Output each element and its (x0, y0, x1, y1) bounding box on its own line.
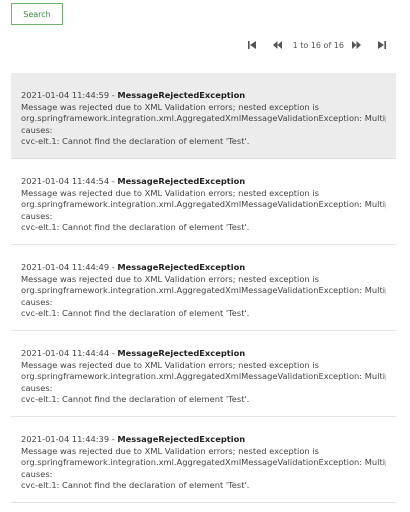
message-text-line: cvc-elt.1: Cannot find the declaration o… (21, 308, 250, 319)
message-text-line: org.springframework.integration.xml.Aggr… (21, 285, 386, 296)
message-timestamp: 2021-01-04 11:44:39 (21, 434, 110, 444)
message-text-line: Message was rejected due to XML Validati… (21, 359, 319, 370)
message-item[interactable]: 2021-01-04 11:44:54 - MessageRejectedExc… (11, 159, 396, 245)
message-text-line: org.springframework.integration.xml.Aggr… (21, 457, 386, 468)
message-text-line: cvc-elt.1: Cannot find the declaration o… (21, 222, 250, 233)
message-list: 2021-01-04 11:44:59 - MessageRejectedExc… (11, 73, 396, 503)
message-text-line: org.springframework.integration.xml.Aggr… (21, 113, 386, 124)
message-text-line: causes: (21, 210, 53, 221)
message-text-line: Message was rejected due to XML Validati… (21, 273, 319, 284)
message-text-line: cvc-elt.1: Cannot find the declaration o… (21, 136, 250, 147)
last-page-icon[interactable] (378, 41, 386, 49)
message-type: MessageRejectedException (117, 348, 246, 358)
search-button[interactable]: Search (11, 3, 63, 25)
pagination: 1 to 16 of 16 (247, 38, 386, 52)
message-text-line: Message was rejected due to XML Validati… (21, 445, 319, 456)
message-text-line: org.springframework.integration.xml.Aggr… (21, 371, 386, 382)
message-type: MessageRejectedException (117, 176, 246, 186)
message-text-line: cvc-elt.1: Cannot find the declaration o… (21, 480, 250, 491)
message-timestamp: 2021-01-04 11:44:59 (21, 90, 110, 100)
message-text-line: causes: (21, 124, 53, 135)
page-info: 1 to 16 of 16 (292, 40, 344, 50)
next-page-icon[interactable] (352, 41, 361, 49)
message-text-line: org.springframework.integration.xml.Aggr… (21, 199, 386, 210)
message-item[interactable]: 2021-01-04 11:44:39 - MessageRejectedExc… (11, 417, 396, 503)
first-page-icon[interactable] (247, 41, 256, 49)
message-text-line: Message was rejected due to XML Validati… (21, 187, 319, 198)
message-type: MessageRejectedException (117, 434, 246, 444)
message-text-line: Message was rejected due to XML Validati… (21, 101, 319, 112)
previous-page-icon[interactable] (272, 41, 282, 49)
message-text-line: causes: (21, 296, 53, 307)
message-timestamp: 2021-01-04 11:44:49 (21, 262, 110, 272)
message-type: MessageRejectedException (117, 90, 246, 100)
message-text-line: cvc-elt.1: Cannot find the declaration o… (21, 394, 250, 405)
message-timestamp: 2021-01-04 11:44:54 (21, 176, 110, 186)
message-timestamp: 2021-01-04 11:44:44 (21, 348, 110, 358)
message-item[interactable]: 2021-01-04 11:44:49 - MessageRejectedExc… (11, 245, 396, 331)
message-item[interactable]: 2021-01-04 11:44:59 - MessageRejectedExc… (11, 73, 396, 159)
message-text-line: causes: (21, 468, 53, 479)
message-type: MessageRejectedException (117, 262, 246, 272)
message-item[interactable]: 2021-01-04 11:44:44 - MessageRejectedExc… (11, 331, 396, 417)
message-text-line: causes: (21, 382, 53, 393)
